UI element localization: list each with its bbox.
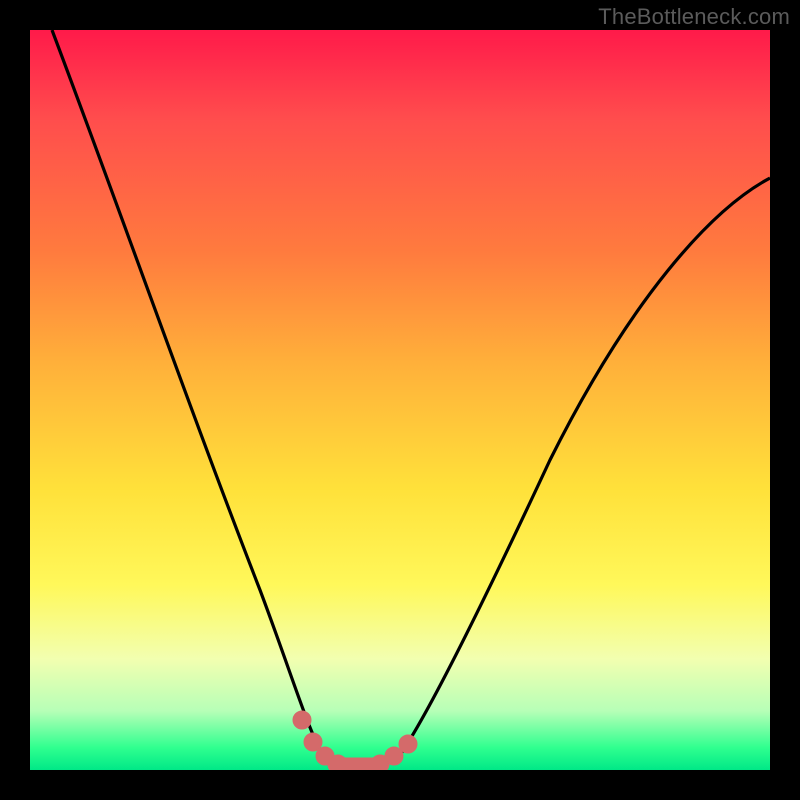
bottleneck-curve	[52, 30, 770, 768]
flat-bottom-markers	[293, 711, 417, 770]
chart-frame: TheBottleneck.com	[0, 0, 800, 800]
chart-svg	[30, 30, 770, 770]
watermark-text: TheBottleneck.com	[598, 4, 790, 30]
chart-plot-area	[30, 30, 770, 770]
